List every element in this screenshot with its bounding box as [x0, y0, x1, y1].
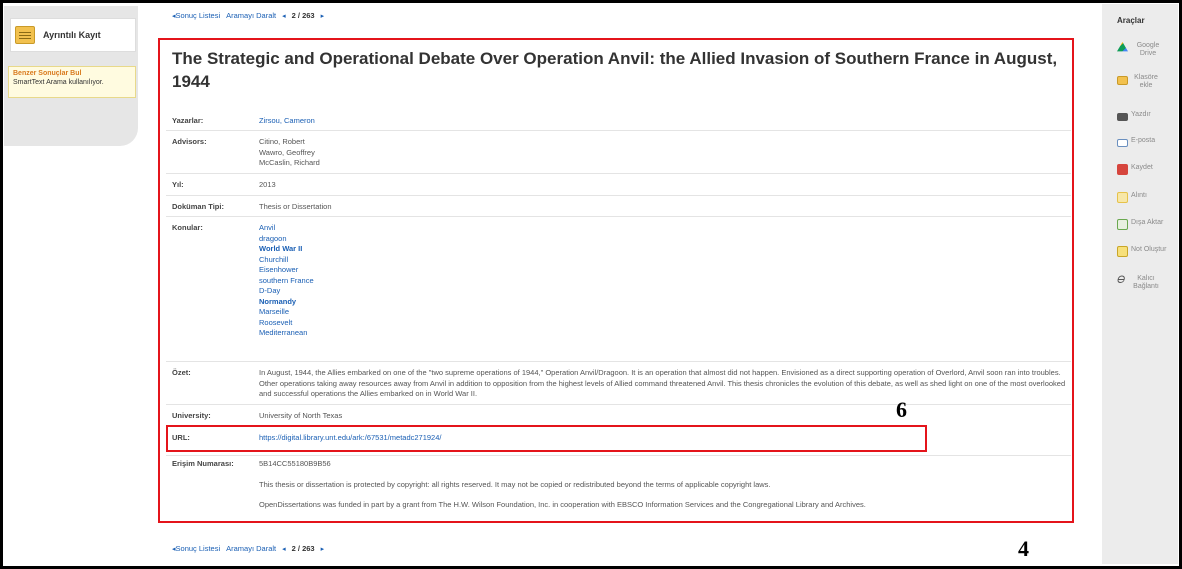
tool-email[interactable]: E-posta [1117, 137, 1155, 147]
tool-google-drive[interactable]: Google Drive [1117, 42, 1165, 58]
subject-link[interactable]: Roosevelt [259, 318, 314, 329]
tool-cite[interactable]: Alıntı [1117, 192, 1147, 203]
refine-search-link[interactable]: Aramayı Daralt [226, 11, 276, 20]
doc-type-value: Thesis or Dissertation [259, 202, 332, 211]
document-icon [15, 26, 35, 44]
record-counter: 2 / 263 [291, 11, 315, 20]
subject-link[interactable]: Churchill [259, 255, 314, 266]
tool-save[interactable]: Kaydet [1117, 164, 1153, 175]
tool-create-note[interactable]: Not Oluştur [1117, 246, 1166, 257]
advisor: McCaslin, Richard [259, 158, 320, 167]
left-panel: Ayrıntılı Kayıt Benzer Sonuçlar Bul Smar… [4, 6, 138, 146]
divider [166, 195, 1071, 196]
tool-add-to-folder[interactable]: Klasöre ekle [1117, 74, 1161, 90]
detailed-record-tab[interactable]: Ayrıntılı Kayıt [10, 18, 136, 52]
record-counter: 2 / 263 [291, 544, 315, 553]
subject-link[interactable]: World War II [259, 244, 314, 255]
divider [166, 361, 1071, 362]
university-label: University: [172, 411, 211, 420]
detailed-record-label: Ayrıntılı Kayıt [43, 30, 101, 40]
advisor: Citino, Robert [259, 137, 305, 146]
subject-link[interactable]: Mediterranean [259, 328, 314, 339]
refine-search-link[interactable]: Aramayı Daralt [226, 544, 276, 553]
find-similar-link[interactable]: Benzer Sonuçlar Bul [13, 70, 131, 77]
result-list-link[interactable]: ◂Sonuç Listesi [172, 11, 220, 20]
print-icon [1117, 113, 1128, 121]
accession-value: 5B14CC55180B9B56 [259, 459, 331, 468]
subject-link[interactable]: Eisenhower [259, 265, 314, 276]
divider [166, 404, 1071, 405]
subject-link[interactable]: dragoon [259, 234, 314, 245]
divider [166, 455, 1071, 456]
google-drive-icon [1117, 42, 1128, 52]
note-icon [1117, 246, 1128, 257]
doc-type-label: Doküman Tipi: [172, 202, 224, 211]
advisor: Wawro, Geoffrey [259, 147, 315, 157]
smarttext-box[interactable]: Benzer Sonuçlar Bul SmartText Arama kull… [8, 66, 136, 98]
cite-icon [1117, 192, 1128, 203]
result-list-link[interactable]: ◂Sonuç Listesi [172, 544, 220, 553]
divider [166, 173, 1071, 174]
university-value: University of North Texas [259, 411, 343, 420]
save-icon [1117, 164, 1128, 175]
export-icon [1117, 219, 1128, 230]
accession-label: Erişim Numarası: [172, 459, 234, 468]
folder-icon [1117, 76, 1128, 85]
permalink-icon: 𝛳 [1117, 275, 1125, 286]
year-value: 2013 [259, 180, 276, 189]
record-title: The Strategic and Operational Debate Ove… [172, 49, 1058, 91]
tool-export[interactable]: Dışa Aktar [1117, 219, 1163, 230]
advisors-label: Advisors: [172, 137, 207, 146]
next-record-arrow-icon[interactable]: ▸ [321, 12, 325, 20]
url-link[interactable]: https://digital.library.unt.edu/ark:/675… [259, 433, 441, 444]
annotation-number-6: 6 [896, 397, 907, 422]
top-pager: ◂Sonuç Listesi Aramayı Daralt ◂ 2 / 263 … [172, 11, 324, 20]
divider [166, 130, 1071, 131]
copyright-notice: This thesis or dissertation is protected… [259, 480, 771, 489]
tool-permalink[interactable]: 𝛳 Kalıcı Bağlantı [1117, 275, 1161, 291]
smarttext-note: SmartText Arama kullanılıyor. [13, 79, 104, 86]
year-label: Yıl: [172, 180, 184, 189]
authors-label: Yazarlar: [172, 116, 204, 125]
divider [166, 216, 1071, 217]
subject-link[interactable]: Anvil [259, 223, 314, 234]
subjects-list: Anvil dragoon World War II Churchill Eis… [259, 223, 314, 339]
subject-link[interactable]: Normandy [259, 297, 314, 308]
prev-record-arrow-icon[interactable]: ◂ [282, 545, 286, 553]
tool-print[interactable]: Yazdır [1117, 111, 1151, 121]
prev-record-arrow-icon[interactable]: ◂ [282, 12, 286, 20]
subject-link[interactable]: Marseille [259, 307, 314, 318]
author-link[interactable]: Zirsou, Cameron [259, 116, 315, 127]
subject-link[interactable]: D-Day [259, 286, 314, 297]
next-record-arrow-icon[interactable]: ▸ [321, 545, 325, 553]
tools-title: Araçlar [1117, 16, 1145, 25]
annotation-number-4: 4 [1018, 536, 1029, 561]
subject-link[interactable]: southern France [259, 276, 314, 287]
bottom-pager: ◂Sonuç Listesi Aramayı Daralt ◂ 2 / 263 … [172, 544, 324, 553]
abstract-label: Özet: [172, 368, 191, 377]
funding-notice: OpenDissertations was funded in part by … [259, 500, 866, 509]
abstract-text: In August, 1944, the Allies embarked on … [259, 368, 1066, 398]
url-label: URL: [172, 433, 190, 442]
email-icon [1117, 139, 1128, 147]
subjects-label: Konular: [172, 223, 203, 232]
advisors-list: Citino, Robert Wawro, Geoffrey McCaslin,… [259, 137, 320, 169]
